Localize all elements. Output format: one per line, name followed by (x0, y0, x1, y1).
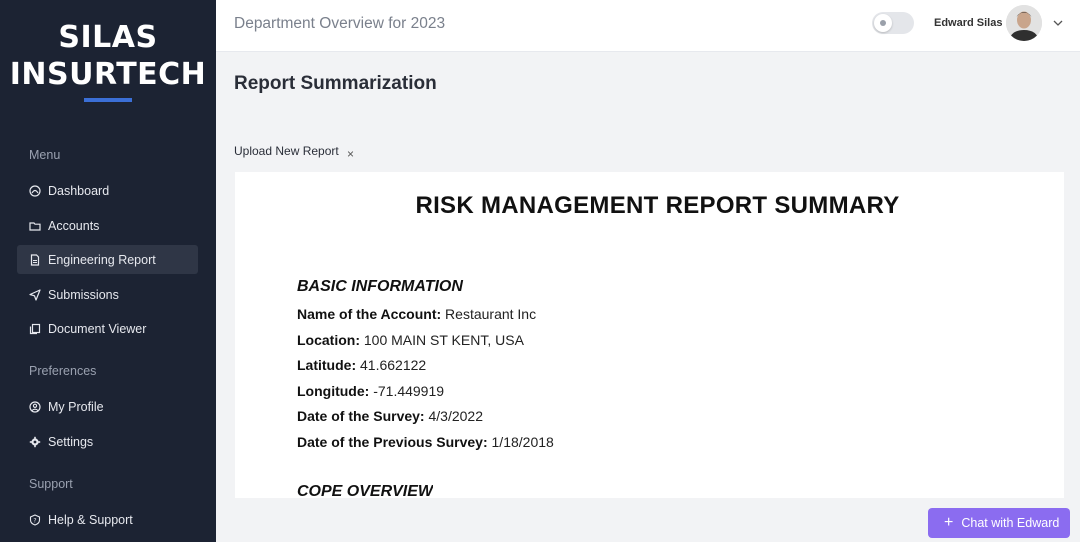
sidebar-item-label: Accounts (48, 218, 100, 233)
field-value: 4/3/2022 (428, 408, 483, 424)
user-circle-icon (29, 400, 41, 413)
field-row: Name of the Account: Restaurant Inc (297, 306, 536, 322)
svg-text:?: ? (33, 517, 36, 524)
section-heading-basic-info: BASIC INFORMATION (297, 278, 463, 295)
brand-underline (84, 98, 132, 102)
sidebar-item-my-profile[interactable]: My Profile (17, 392, 198, 421)
field-label: Date of the Survey: (297, 408, 429, 424)
sidebar-item-label: Engineering Report (48, 252, 156, 267)
field-label: Location: (297, 332, 364, 348)
support-section-label: Support (29, 477, 73, 491)
field-value: Restaurant Inc (445, 306, 537, 322)
sidebar-item-label: Settings (48, 434, 94, 449)
copy-icon (29, 323, 41, 335)
report-title: RISK MANAGEMENT REPORT SUMMARY (415, 192, 900, 219)
report-document: RISK MANAGEMENT REPORT SUMMARY BASIC INF… (235, 172, 1064, 498)
close-icon[interactable]: × (347, 147, 354, 161)
sidebar-item-settings[interactable]: Settings (17, 427, 198, 456)
sidebar-item-label: My Profile (48, 399, 104, 414)
sidebar-item-label: Help & Support (48, 512, 133, 527)
preferences-section-label: Preferences (29, 364, 97, 378)
sidebar-item-help-support[interactable]: ? Help & Support (17, 505, 198, 534)
top-bar: Department Overview for 2023 Edward Sila… (216, 0, 1080, 52)
field-value: -71.449919 (373, 383, 445, 399)
section-heading-cope-overview: COPE OVERVIEW (297, 483, 434, 498)
help-icon: ? (29, 513, 41, 526)
field-value: 100 MAIN ST KENT, USA (363, 332, 524, 348)
theme-toggle[interactable] (872, 12, 914, 34)
brand-line2: INSURTECH (9, 57, 207, 92)
sidebar-item-label: Submissions (48, 287, 119, 302)
page-header-title: Department Overview for 2023 (234, 15, 446, 32)
sidebar-item-submissions[interactable]: Submissions (17, 280, 198, 309)
upload-new-report-link[interactable]: Upload New Report (234, 144, 339, 158)
field-row: Longitude: -71.449919 (297, 383, 444, 399)
sidebar-item-document-viewer[interactable]: Document Viewer (17, 314, 198, 343)
folder-icon (29, 220, 41, 232)
page-title: Report Summarization (234, 73, 437, 94)
field-value: 41.662122 (360, 357, 427, 373)
field-label: Date of the Previous Survey: (297, 434, 492, 450)
send-icon (29, 288, 41, 301)
brand-line1: SILAS (58, 20, 158, 55)
field-row: Location: 100 MAIN ST KENT, USA (297, 332, 524, 348)
sidebar-item-dashboard[interactable]: Dashboard (17, 176, 198, 205)
sidebar-item-accounts[interactable]: Accounts (17, 211, 198, 240)
gear-icon (29, 436, 41, 448)
field-label: Longitude: (297, 383, 374, 399)
toggle-dot (880, 20, 886, 26)
chat-button-label: Chat with Edward (961, 516, 1060, 530)
brand-logo[interactable]: SILAS INSURTECH (0, 20, 216, 94)
plus-icon: + (944, 514, 954, 531)
toggle-knob (874, 14, 892, 32)
field-label: Name of the Account: (297, 306, 446, 322)
sidebar: SILAS INSURTECH Menu Dashboard Accounts … (0, 0, 216, 542)
field-label: Latitude: (297, 357, 360, 373)
dashboard-icon (29, 184, 41, 197)
menu-section-label: Menu (29, 148, 61, 162)
sidebar-item-label: Document Viewer (48, 321, 147, 336)
document-icon (29, 253, 41, 266)
field-value: 1/18/2018 (491, 434, 554, 450)
sidebar-item-label: Dashboard (48, 183, 110, 198)
avatar[interactable] (1006, 5, 1042, 41)
field-row: Date of the Previous Survey: 1/18/2018 (297, 434, 554, 450)
user-name: Edward Silas (934, 17, 1003, 29)
sidebar-item-engineering-report[interactable]: Engineering Report (17, 245, 198, 274)
chat-with-edward-button[interactable]: + Chat with Edward (928, 508, 1070, 538)
chevron-down-icon[interactable] (1052, 16, 1064, 28)
field-row: Latitude: 41.662122 (297, 357, 426, 373)
field-row: Date of the Survey: 4/3/2022 (297, 408, 483, 424)
